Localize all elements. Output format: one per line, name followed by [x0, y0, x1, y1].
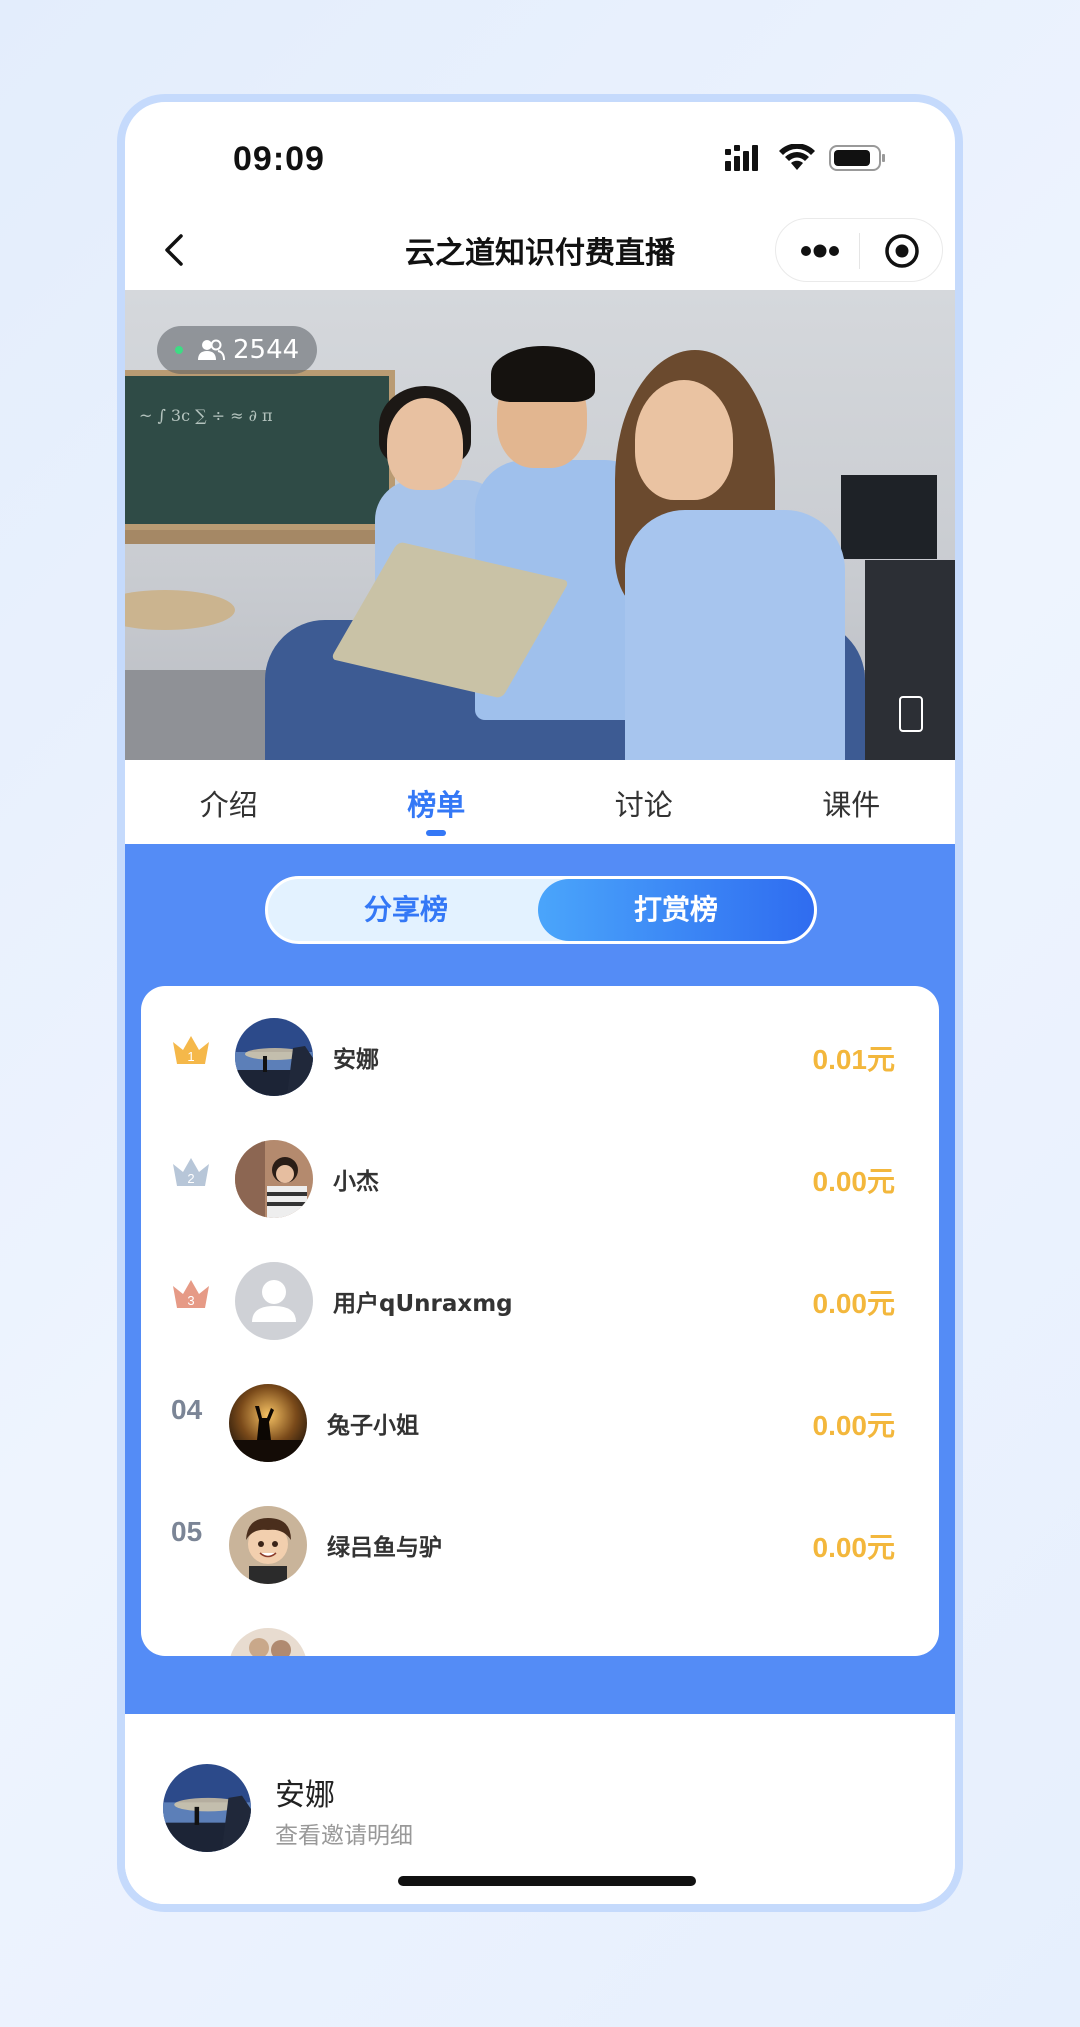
tab-active-indicator: [426, 830, 447, 836]
svg-text:3: 3: [187, 1293, 194, 1308]
avatar: [235, 1140, 313, 1218]
rank-number: 05: [171, 1516, 203, 1547]
signal-icon: [725, 145, 758, 171]
gold-crown-icon: 1: [173, 1036, 209, 1064]
avatar: [229, 1628, 307, 1656]
tab-courseware[interactable]: 课件: [748, 760, 956, 844]
ranking-name: 用户qUnraxmg: [333, 1291, 513, 1317]
scene-monitor: [841, 475, 937, 559]
avatar: [229, 1506, 307, 1584]
person-right-body: [625, 510, 845, 760]
live-dot: [175, 346, 183, 354]
person-center-hair: [491, 346, 595, 402]
users-icon: [198, 339, 225, 361]
tab-ranking[interactable]: 榜单: [333, 760, 541, 844]
ranking-type-switch: 分享榜 打赏榜: [265, 876, 817, 944]
ranking-name: 兔子小姐: [327, 1413, 419, 1439]
live-video-player[interactable]: ~ ∫ 3c ∑ ÷ ≈ ∂ π 2544: [125, 290, 955, 760]
view-invite-details-link[interactable]: 查看邀请明细: [275, 1816, 413, 1850]
rank-number: 04: [171, 1394, 203, 1425]
tab-intro[interactable]: 介绍: [125, 760, 333, 844]
home-indicator: [398, 1876, 696, 1886]
my-avatar: [163, 1764, 251, 1852]
ranking-amount: 0.00元: [812, 1288, 896, 1319]
share-ranking-button[interactable]: 分享榜: [268, 879, 544, 941]
tab-bar: 介绍 榜单 讨论 课件: [125, 760, 955, 844]
capsule-divider: [859, 233, 860, 269]
viewer-count-badge: 2544: [157, 326, 318, 374]
ranking-panel: 分享榜 打赏榜 1 安娜 0.01元 2 小杰 0.00元 3 用户qUnrax…: [125, 844, 955, 1714]
more-icon[interactable]: [798, 235, 842, 267]
list-item[interactable]: 04 兔子小姐 0.00元: [141, 1352, 939, 1474]
ranking-amount: 0.01元: [812, 1044, 896, 1075]
tip-ranking-button[interactable]: 打赏榜: [538, 879, 814, 941]
status-time: 09:09: [233, 140, 325, 178]
tab-label: 讨论: [614, 788, 673, 822]
bronze-crown-icon: 3: [173, 1280, 209, 1308]
ranking-name: 安娜: [333, 1047, 379, 1073]
person-right-head: [635, 380, 733, 500]
close-miniprogram-icon[interactable]: [884, 233, 920, 269]
ranking-amount: 0.00元: [812, 1410, 896, 1441]
wifi-icon: [779, 144, 815, 170]
ranking-list[interactable]: 1 安娜 0.01元 2 小杰 0.00元 3 用户qUnraxmg 0.00元…: [141, 986, 939, 1656]
list-item[interactable]: 3 用户qUnraxmg 0.00元: [141, 1230, 939, 1352]
list-item[interactable]: 05 绿吕鱼与驴 0.00元: [141, 1474, 939, 1596]
svg-text:1: 1: [187, 1049, 194, 1064]
nav-bar: 云之道知识付费直播: [125, 210, 955, 290]
list-item[interactable]: 1 安娜 0.01元: [141, 986, 939, 1108]
silver-crown-icon: 2: [173, 1158, 209, 1186]
list-item-partial[interactable]: [141, 1596, 939, 1656]
avatar: [229, 1384, 307, 1462]
svg-text:2: 2: [187, 1171, 194, 1186]
portrait-mode-icon[interactable]: [899, 696, 923, 732]
my-ranking-bar[interactable]: 安娜 查看邀请明细: [125, 1714, 955, 1904]
viewer-count: 2544: [233, 335, 300, 365]
list-item[interactable]: 2 小杰 0.00元: [141, 1108, 939, 1230]
person-left-head: [387, 398, 463, 490]
my-name: 安娜: [275, 1778, 335, 1813]
tab-label: 介绍: [199, 788, 258, 822]
ranking-amount: 0.00元: [812, 1532, 896, 1563]
ranking-amount: 0.00元: [812, 1166, 896, 1197]
mini-program-capsule: [775, 218, 943, 282]
tab-discussion[interactable]: 讨论: [540, 760, 748, 844]
avatar: [235, 1018, 313, 1096]
ranking-name: 小杰: [333, 1169, 379, 1195]
default-avatar-icon: [235, 1262, 313, 1340]
chalkboard-scene: ~ ∫ 3c ∑ ÷ ≈ ∂ π: [125, 370, 395, 530]
ranking-name: 绿吕鱼与驴: [327, 1535, 442, 1561]
status-bar: 09:09: [125, 102, 955, 210]
status-icons: [725, 144, 887, 172]
battery-icon: [829, 145, 885, 171]
scene-table: [125, 590, 235, 630]
tab-label: 榜单: [407, 788, 466, 822]
tab-label: 课件: [822, 788, 881, 822]
phone-frame: 09:09 云之道知识付费直播 ~ ∫ 3c ∑ ÷ ≈ ∂ π 2544 介绍…: [117, 94, 963, 1912]
